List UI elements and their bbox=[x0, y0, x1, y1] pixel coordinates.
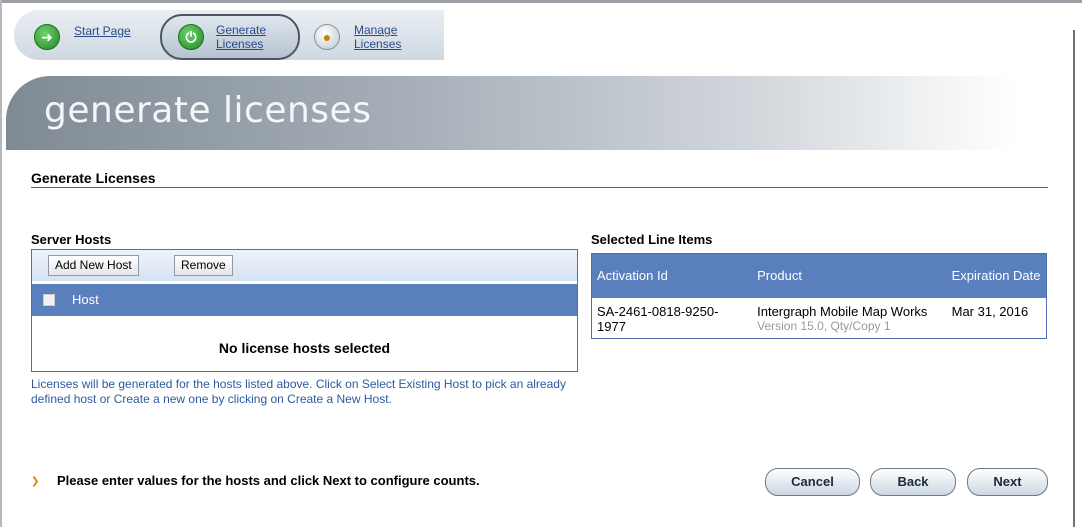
page-banner: generate licenses bbox=[6, 76, 1016, 150]
line-items-header-row: Activation Id Product Expiration Date bbox=[591, 253, 1047, 298]
window-right-border bbox=[1073, 30, 1075, 527]
activation-id-cell: SA-2461-0818-9250-1977 bbox=[597, 303, 719, 334]
server-hosts-toolbar: Add New Host Remove bbox=[32, 250, 577, 281]
window-left-border bbox=[0, 0, 2, 527]
arrow-right-icon: ➜ bbox=[34, 24, 60, 50]
hosts-empty-message: No license hosts selected bbox=[218, 340, 391, 356]
nav-start-page-label[interactable]: Start Page bbox=[74, 24, 131, 38]
selected-line-items-table: Activation Id Product Expiration Date SA… bbox=[591, 253, 1047, 339]
generate-licenses-icon: ⏻ bbox=[178, 24, 204, 50]
hint-arrow-icon: ❯ bbox=[31, 476, 40, 487]
server-hosts-header-row: Host bbox=[32, 284, 577, 316]
expiration-date-column-header: Expiration Date bbox=[951, 268, 1041, 284]
window-top-border bbox=[0, 0, 1082, 3]
activation-id-column-header: Activation Id bbox=[597, 268, 668, 284]
manage-licenses-icon: ● bbox=[314, 24, 340, 50]
nav-manage-licenses[interactable]: ● Manage Licenses bbox=[314, 10, 434, 60]
remove-host-button[interactable]: Remove bbox=[174, 255, 233, 276]
host-column-header: Host bbox=[72, 292, 99, 307]
nav-generate-licenses[interactable]: ⏻ Generate Licenses bbox=[172, 10, 292, 60]
product-detail: Version 15.0, Qty/Copy 1 bbox=[757, 318, 891, 333]
select-all-hosts-checkbox[interactable] bbox=[43, 294, 55, 306]
instruction-hint: Please enter values for the hosts and cl… bbox=[57, 473, 480, 488]
top-navigation: ➜ Start Page ⏻ Generate Licenses ● Manag… bbox=[14, 10, 444, 60]
nav-manage-licenses-label-line1[interactable]: Manage bbox=[354, 23, 397, 37]
back-button[interactable]: Back bbox=[870, 468, 956, 496]
page-title: Generate Licenses bbox=[31, 170, 156, 186]
table-row: SA-2461-0818-9250-1977 Intergraph Mobile… bbox=[592, 298, 1047, 339]
next-button[interactable]: Next bbox=[967, 468, 1048, 496]
expiration-date-cell: Mar 31, 2016 bbox=[951, 303, 1029, 319]
server-hosts-title: Server Hosts bbox=[31, 232, 112, 247]
add-new-host-button[interactable]: Add New Host bbox=[48, 255, 139, 276]
nav-start-page[interactable]: ➜ Start Page bbox=[34, 10, 154, 60]
nav-generate-licenses-label-line2[interactable]: Licenses bbox=[216, 37, 263, 51]
server-hosts-panel: Add New Host Remove Host No license host… bbox=[31, 249, 578, 372]
nav-manage-licenses-label-line2[interactable]: Licenses bbox=[354, 37, 401, 51]
product-column-header: Product bbox=[757, 268, 802, 284]
nav-generate-licenses-label-line1[interactable]: Generate bbox=[216, 23, 266, 37]
hosts-help-text: Licenses will be generated for the hosts… bbox=[31, 377, 566, 406]
page-title-divider bbox=[31, 187, 1048, 188]
banner-title: generate licenses bbox=[44, 90, 372, 131]
product-name: Intergraph Mobile Map Works bbox=[757, 303, 928, 319]
cancel-button[interactable]: Cancel bbox=[765, 468, 860, 496]
product-cell: Intergraph Mobile Map Works Version 15.0… bbox=[752, 298, 947, 339]
selected-line-items-title: Selected Line Items bbox=[591, 232, 713, 247]
